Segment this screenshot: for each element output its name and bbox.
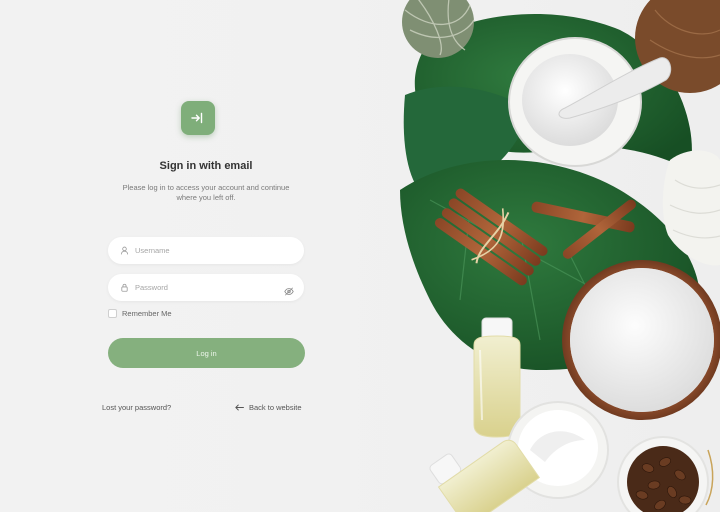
sign-in-logo-badge bbox=[181, 101, 215, 135]
remember-me-checkbox[interactable] bbox=[108, 309, 117, 318]
user-icon bbox=[120, 246, 129, 255]
back-to-website-link[interactable]: Back to website bbox=[235, 403, 302, 412]
lost-password-link[interactable]: Lost your password? bbox=[102, 403, 171, 412]
password-field[interactable] bbox=[108, 274, 304, 301]
remember-me[interactable]: Remember Me bbox=[108, 309, 172, 318]
sign-in-icon bbox=[191, 112, 203, 124]
page-subtitle: Please log in to access your account and… bbox=[106, 183, 306, 202]
login-button[interactable]: Log in bbox=[108, 338, 305, 368]
lock-icon bbox=[120, 283, 129, 292]
arrow-left-icon bbox=[235, 404, 244, 411]
spa-products-photo bbox=[400, 0, 720, 512]
back-to-website-label: Back to website bbox=[249, 403, 302, 412]
subtitle-line-1: Please log in to access your account and… bbox=[122, 183, 290, 192]
username-input[interactable] bbox=[135, 246, 304, 255]
username-field[interactable] bbox=[108, 237, 304, 264]
remember-me-label: Remember Me bbox=[122, 309, 172, 318]
eye-off-icon[interactable] bbox=[284, 283, 294, 296]
login-page: Sign in with email Please log in to acce… bbox=[0, 0, 720, 512]
password-input[interactable] bbox=[135, 283, 304, 292]
page-title: Sign in with email bbox=[159, 160, 253, 172]
subtitle-line-2: where you left off. bbox=[176, 192, 236, 202]
